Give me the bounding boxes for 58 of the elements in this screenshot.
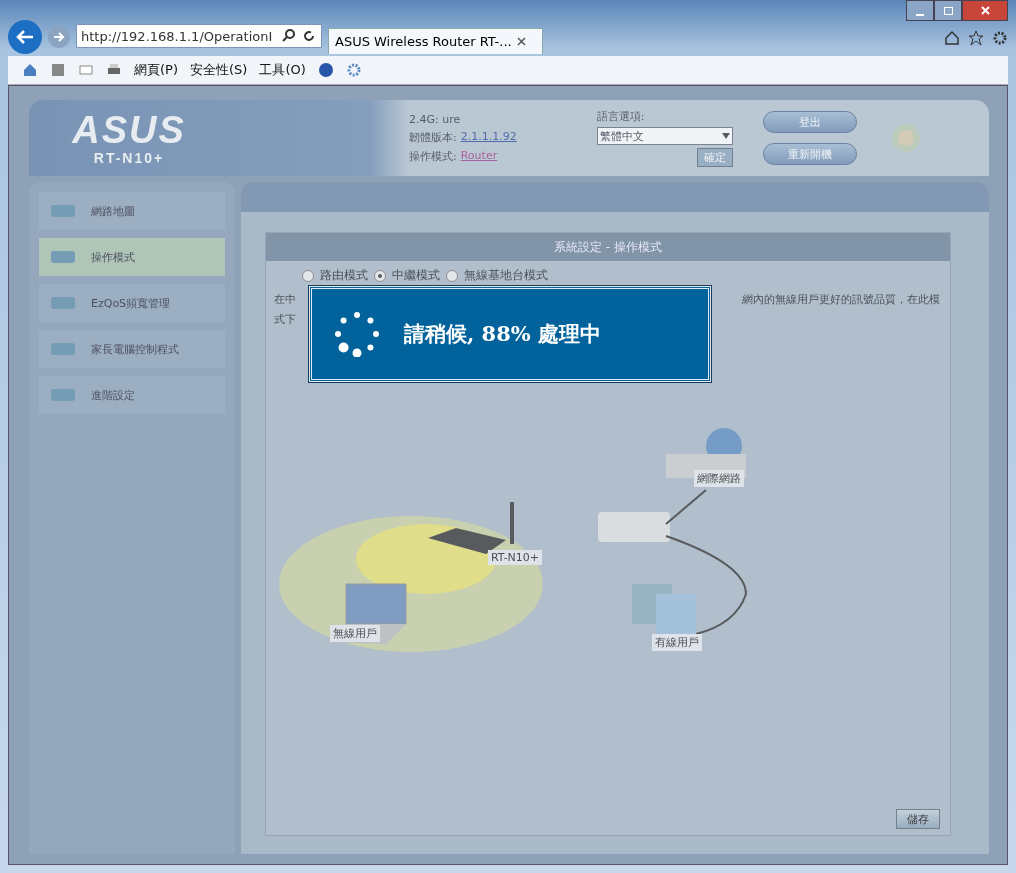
sidebar-item[interactable]: EzQoS頻寬管理 bbox=[39, 284, 225, 322]
radio-label: 中繼模式 bbox=[392, 267, 440, 284]
maximize-button[interactable] bbox=[934, 0, 962, 21]
settings-icon[interactable] bbox=[992, 30, 1008, 46]
sidebar-item[interactable]: 家長電腦控制程式 bbox=[39, 330, 225, 368]
description-text: 網內的無線用戶更好的訊號品質，在此模 bbox=[742, 292, 940, 308]
mode-label: 操作模式: bbox=[409, 148, 457, 164]
refresh-icon[interactable] bbox=[301, 28, 317, 44]
brand-logo: ASUS bbox=[72, 110, 186, 150]
star-icon[interactable] bbox=[968, 30, 984, 46]
menu-item[interactable]: 工具(O) bbox=[259, 61, 306, 79]
search-icon[interactable] bbox=[281, 28, 297, 44]
menu-item[interactable]: 網頁(P) bbox=[134, 61, 178, 79]
firmware-label: 韌體版本: bbox=[409, 129, 457, 145]
maximize-icon bbox=[943, 6, 953, 15]
diagram-label: RT-N10+ bbox=[488, 550, 542, 565]
diagram-label: 網際網路 bbox=[694, 470, 744, 487]
dropdown-arrow-icon bbox=[721, 133, 730, 139]
radio-label: 無線基地台模式 bbox=[464, 267, 548, 284]
save-button[interactable]: 儲存 bbox=[896, 809, 940, 829]
diagram-label: 無線用戶 bbox=[330, 625, 380, 642]
back-button[interactable] bbox=[8, 20, 42, 54]
close-icon bbox=[980, 6, 990, 15]
sidebar-item[interactable]: 進階設定 bbox=[39, 376, 225, 414]
radio-button[interactable] bbox=[302, 269, 314, 282]
logout-button[interactable]: 登出 bbox=[762, 111, 857, 133]
apply-button[interactable]: 確定 bbox=[696, 148, 733, 167]
home-icon[interactable] bbox=[22, 62, 38, 78]
forward-button[interactable] bbox=[48, 26, 70, 48]
close-button[interactable] bbox=[962, 0, 1008, 21]
minimize-button[interactable] bbox=[906, 0, 934, 21]
model-name: RT-N10+ bbox=[93, 150, 165, 166]
sidebar-item[interactable]: 操作模式 bbox=[39, 238, 225, 276]
home-icon[interactable] bbox=[944, 30, 960, 46]
panel-title: 系統設定 - 操作模式 bbox=[266, 233, 950, 261]
radio-button[interactable] bbox=[374, 269, 386, 282]
language-label: 語言選項: bbox=[596, 109, 646, 124]
firmware-link[interactable]: 2.1.1.1.92 bbox=[460, 129, 517, 145]
ssid-text: 2.4G: ure bbox=[409, 112, 462, 126]
minimize-icon bbox=[916, 13, 924, 16]
address-field[interactable]: http://192.168.1.1/OperationI bbox=[76, 24, 322, 48]
description-text: 在中 bbox=[274, 292, 296, 308]
browser-tab[interactable]: ASUS Wireless Router RT-... bbox=[328, 28, 543, 54]
diagram-label: 有線用戶 bbox=[652, 634, 702, 651]
arrow-right-icon bbox=[53, 32, 65, 42]
close-icon[interactable] bbox=[516, 37, 526, 46]
arrow-left-icon bbox=[16, 30, 34, 44]
menu-item[interactable]: 安全性(S) bbox=[190, 61, 248, 79]
loading-message: 請稍候, 88% 處理中 bbox=[404, 320, 602, 348]
spinner-icon bbox=[334, 311, 380, 357]
radio-button[interactable] bbox=[446, 269, 458, 282]
mode-link[interactable]: Router bbox=[460, 148, 498, 164]
description-text: 式下 bbox=[274, 312, 296, 328]
sidebar-item[interactable]: 網路地圖 bbox=[39, 192, 225, 230]
language-select[interactable]: 繁體中文 bbox=[596, 127, 733, 145]
settings-icon[interactable] bbox=[345, 62, 362, 78]
radio-label: 路由模式 bbox=[320, 267, 368, 284]
reboot-button[interactable]: 重新開機 bbox=[762, 143, 857, 165]
